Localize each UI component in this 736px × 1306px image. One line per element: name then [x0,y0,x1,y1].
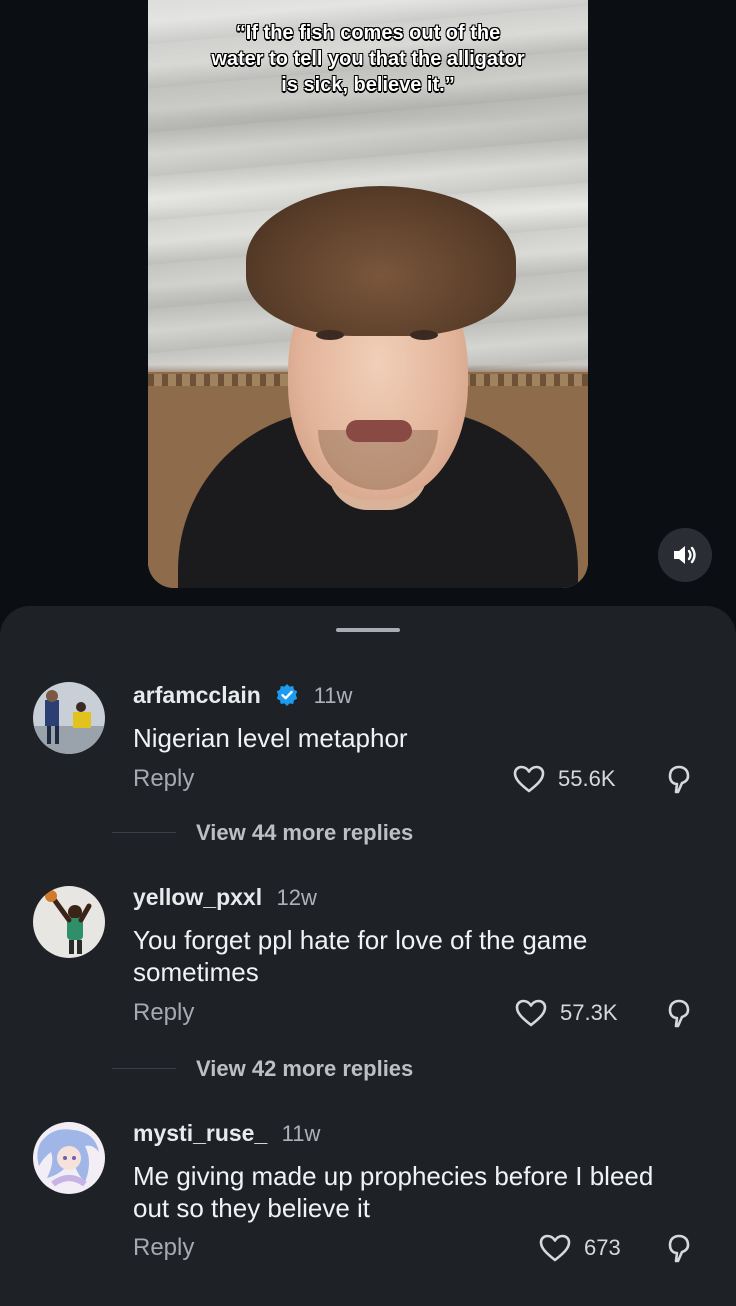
video-player[interactable]: “If the fish comes out of the water to t… [148,0,588,588]
reply-button[interactable]: Reply [133,765,194,793]
sheet-drag-handle[interactable] [336,628,400,632]
avatar-image [33,1122,105,1194]
like-button[interactable]: 55.6K [512,764,616,794]
like-count: 55.6K [558,766,616,791]
heart-icon [513,765,545,793]
avatar-image [33,682,105,754]
avatar[interactable] [33,1122,105,1194]
comment-text: Me giving made up prophecies before I bl… [133,1161,654,1223]
like-button[interactable]: 57.3K [514,998,618,1028]
dislike-button[interactable] [663,764,695,801]
sound-toggle-button[interactable] [658,528,712,582]
caption-line: water to tell you that the alligator [211,48,525,70]
reply-button[interactable]: Reply [133,999,194,1027]
avatar[interactable] [33,682,105,754]
video-caption: “If the fish comes out of the water to t… [148,20,588,98]
like-count: 57.3K [560,1000,618,1025]
comment-text: You forget ppl hate for love of the game… [133,925,588,987]
dislike-button[interactable] [663,998,695,1035]
view-more-replies[interactable]: View 44 more replies [196,820,413,846]
comment-username[interactable]: mysti_ruse_ 11w [133,1120,320,1147]
video-area: “If the fish comes out of the water to t… [0,0,736,615]
dislike-icon [668,999,690,1028]
dislike-icon [668,765,690,794]
comment-time: 11w [281,1121,321,1146]
comment-time: 12w [276,885,317,910]
caption-line: is sick, believe it.” [281,74,455,96]
avatar[interactable] [33,886,105,958]
comment-time: 11w [313,683,353,708]
view-more-replies[interactable]: View 42 more replies [196,1056,413,1082]
caption-line: “If the fish comes out of the [235,22,501,44]
like-button[interactable]: 673 [538,1233,621,1263]
comment-username[interactable]: yellow_pxxl 12w [133,884,317,911]
comment-text: Nigerian level metaphor [133,723,408,753]
like-count: 673 [584,1235,621,1260]
dislike-icon [668,1234,690,1263]
heart-icon [515,999,547,1027]
verified-badge-icon [277,684,298,706]
heart-icon [539,1234,571,1262]
reply-button[interactable]: Reply [133,1234,194,1262]
dislike-button[interactable] [663,1233,695,1270]
comment-username[interactable]: arfamcclain 11w [133,682,352,709]
speaker-icon [674,546,696,564]
comments-sheet: arfamcclain 11w Nigerian level metaphor … [0,606,736,1306]
avatar-image [33,886,105,958]
